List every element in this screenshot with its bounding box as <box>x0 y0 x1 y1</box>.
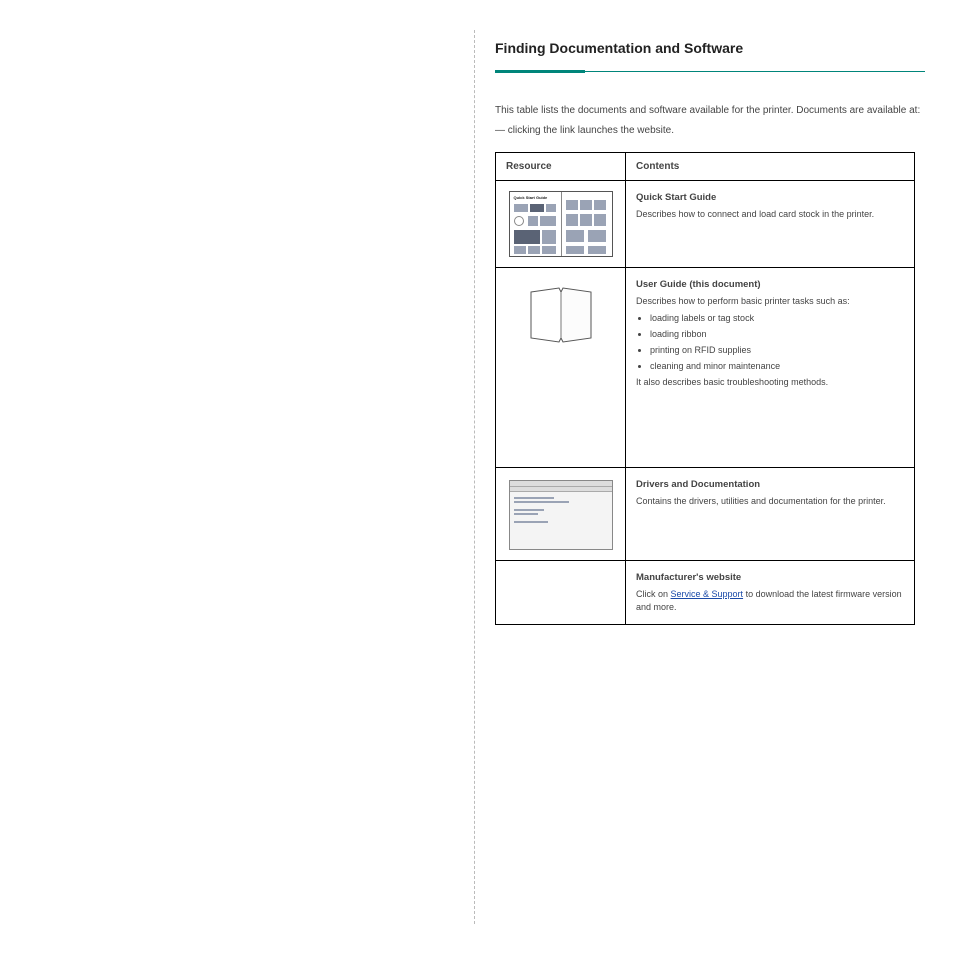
cell-contents: Drivers and Documentation Contains the d… <box>626 468 915 561</box>
heading-rule <box>495 70 925 74</box>
table-header-row: Resource Contents <box>496 153 915 181</box>
row-title: Drivers and Documentation <box>636 478 904 492</box>
website-cell <box>496 561 626 625</box>
page-heading: Finding Documentation and Software <box>495 40 925 56</box>
quick-start-thumbnail: Quick Start Guide <box>509 191 613 257</box>
cell-contents: Quick Start Guide Describes how to conne… <box>626 181 915 268</box>
cell-contents: User Guide (this document) Describes how… <box>626 268 915 468</box>
col-contents: Contents <box>626 153 915 181</box>
row-title: User Guide (this document) <box>636 278 904 292</box>
user-guide-thumbnail <box>521 284 601 346</box>
table-row: Drivers and Documentation Contains the d… <box>496 468 915 561</box>
row-title: Manufacturer's website <box>636 571 904 585</box>
feature-list: loading labels or tag stock loading ribb… <box>636 312 904 373</box>
software-window-thumbnail <box>509 480 613 550</box>
list-item: loading labels or tag stock <box>650 312 904 325</box>
list-item: printing on RFID supplies <box>650 344 904 357</box>
table-row: User Guide (this document) Describes how… <box>496 268 915 468</box>
list-item: cleaning and minor maintenance <box>650 360 904 373</box>
documentation-table: Resource Contents Quick Start Guide <box>495 152 915 625</box>
right-column: Finding Documentation and Software This … <box>495 40 925 625</box>
intro-note: — clicking the link launches the website… <box>495 124 925 138</box>
row-title: Quick Start Guide <box>636 191 904 205</box>
service-support-link[interactable]: Service & Support <box>671 589 744 599</box>
col-resource: Resource <box>496 153 626 181</box>
list-item: loading ribbon <box>650 328 904 341</box>
row-body: Describes how to connect and load card s… <box>636 209 874 219</box>
intro-text: This table lists the documents and softw… <box>495 104 925 118</box>
cell-contents: Manufacturer's website Click on Service … <box>626 561 915 625</box>
row-body: Contains the drivers, utilities and docu… <box>636 496 886 506</box>
row-body-intro: Describes how to perform basic printer t… <box>636 296 850 306</box>
table-row: Manufacturer's website Click on Service … <box>496 561 915 625</box>
table-row: Quick Start Guide <box>496 181 915 268</box>
row-body-prefix: Click on <box>636 589 671 599</box>
row-body-outro: It also describes basic troubleshooting … <box>636 377 828 387</box>
column-divider <box>474 30 475 924</box>
